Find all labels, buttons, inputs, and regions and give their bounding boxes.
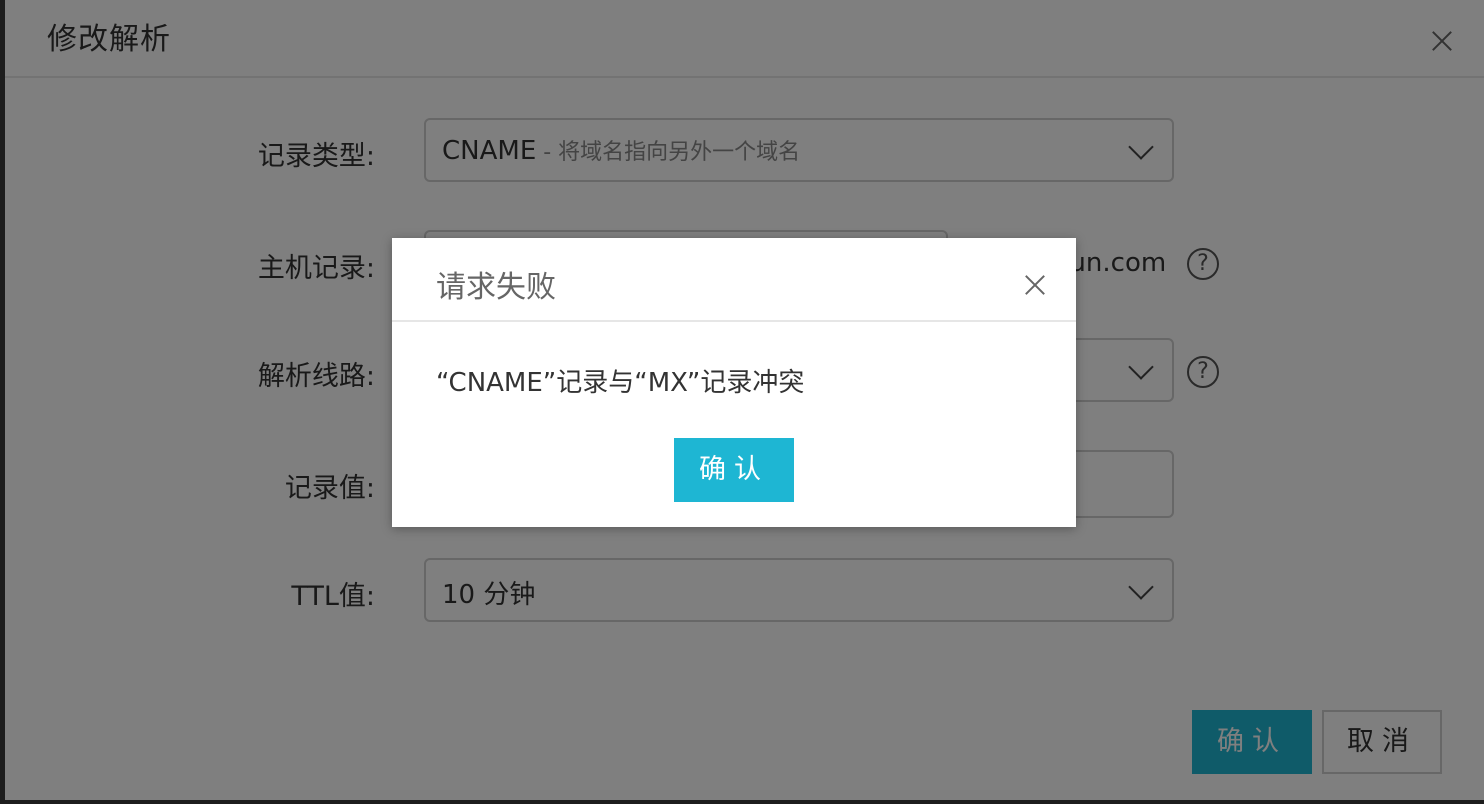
alert-title: 请求失败 [436, 270, 556, 305]
alert-confirm-button[interactable]: 确认 [674, 438, 794, 502]
alert-message: “CNAME”记录与“MX”记录冲突 [436, 368, 805, 398]
error-alert-dialog: 请求失败 “CNAME”记录与“MX”记录冲突 确认 [392, 238, 1076, 527]
screen: 修改解析 记录类型: CNAME - 将域名指向另外一个域名 主机记录: lan… [0, 0, 1484, 804]
alert-header: 请求失败 [392, 238, 1076, 322]
close-icon[interactable] [1024, 274, 1046, 296]
